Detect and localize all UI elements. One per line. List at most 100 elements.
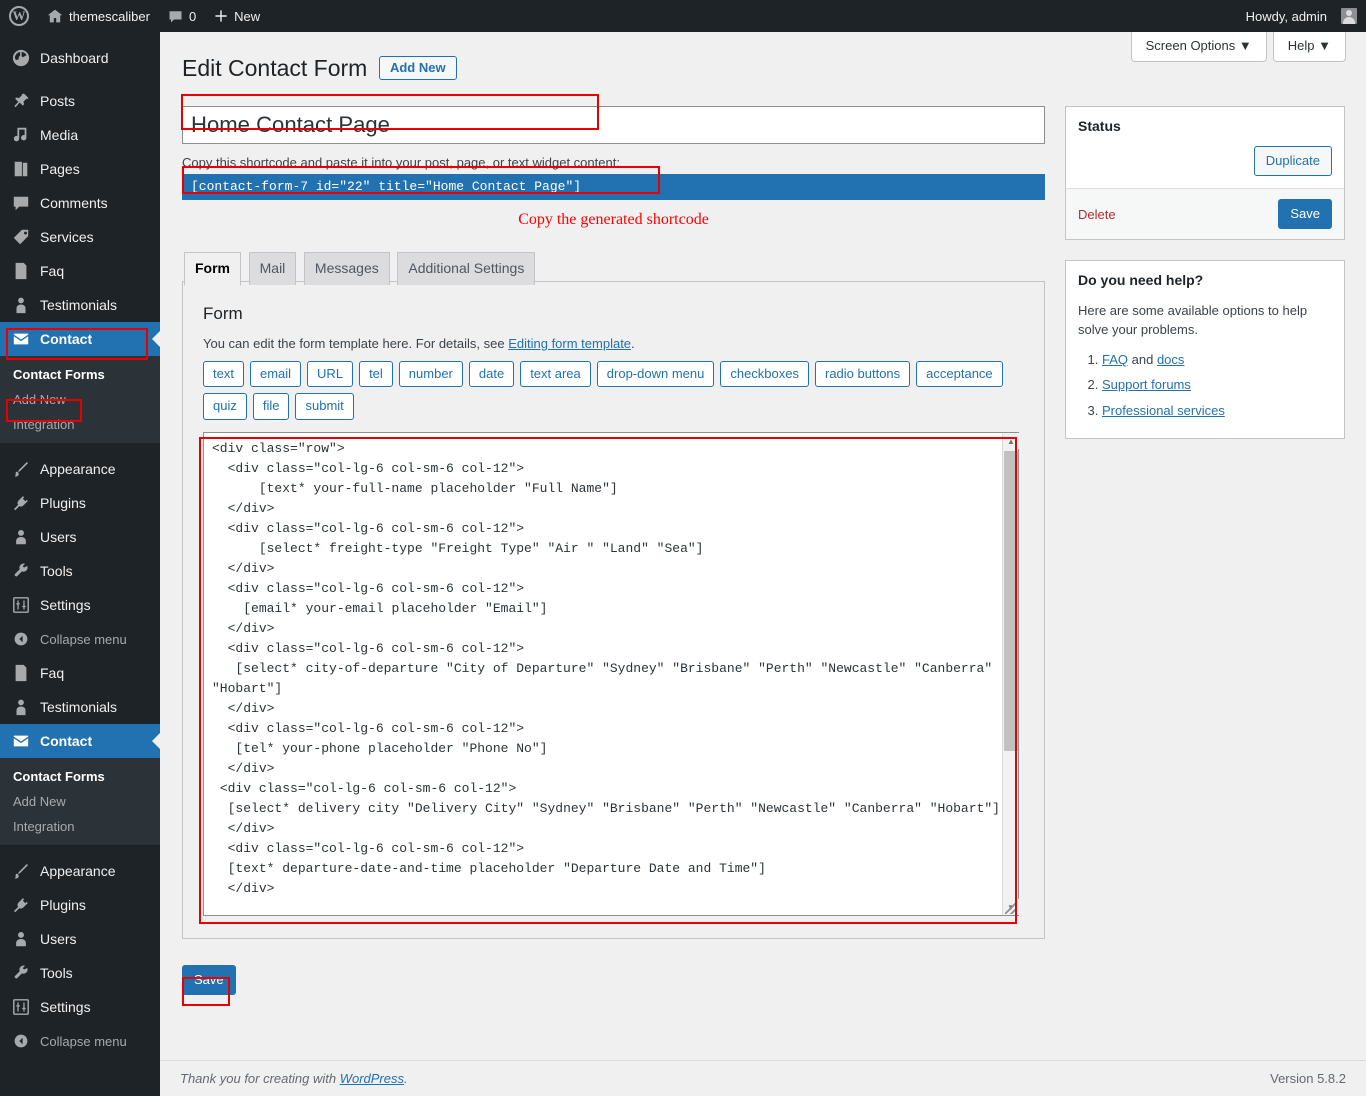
plug-icon (11, 895, 31, 915)
docs-link[interactable]: docs (1157, 352, 1184, 367)
help-list-item: Professional services (1102, 401, 1332, 421)
my-account-menu[interactable]: Howdy, admin (1237, 0, 1366, 32)
sidebar-item-dashboard[interactable]: Dashboard (0, 41, 160, 75)
submenu-item-integration[interactable]: Integration (0, 412, 160, 437)
new-label: New (234, 8, 261, 24)
professional-services-link[interactable]: Professional services (1102, 403, 1225, 418)
desc-suffix: . (631, 335, 635, 351)
sidebar-item-media[interactable]: Media (0, 118, 160, 152)
page-title: Edit Contact Form (182, 55, 368, 81)
tag-button-drop-down-menu[interactable]: drop-down menu (596, 360, 715, 388)
wordpress-logo-icon: W (9, 6, 29, 26)
sidebar-submenu-contact: Contact Forms Add New Integration (0, 356, 160, 443)
tag-button-quiz[interactable]: quiz (203, 393, 247, 421)
tag-button-tel[interactable]: tel (359, 360, 393, 388)
tag-button-email[interactable]: email (249, 360, 302, 388)
sidebar-item-appearance[interactable]: Appearance (0, 452, 160, 486)
sidebar-item-services[interactable]: Services (0, 220, 160, 254)
sidebar-item-label: Faq (40, 263, 65, 279)
admin-sidebar-menu[interactable]: Dashboard Posts Media Pages Comments Ser… (0, 32, 160, 1096)
footer-version: Version 5.8.2 (1270, 1071, 1346, 1086)
tab-form[interactable]: Form (184, 251, 241, 286)
form-title-input[interactable] (182, 105, 1045, 144)
sidebar-item-settings-2[interactable]: Settings (0, 990, 160, 1024)
help-links-list: FAQ and docs Support forums Professional… (1078, 350, 1332, 421)
chevron-down-icon: ▼ (1318, 38, 1331, 53)
submenu-heading: Contact Forms (13, 367, 105, 382)
tag-button-acceptance[interactable]: acceptance (916, 360, 1003, 388)
duplicate-button[interactable]: Duplicate (1253, 146, 1332, 177)
sidebar-item-posts[interactable]: Posts (0, 84, 160, 118)
tag-button-file[interactable]: file (252, 393, 290, 421)
sidebar-item-faq-2[interactable]: Faq (0, 656, 160, 690)
delete-link[interactable]: Delete (1078, 207, 1116, 222)
menu-sep-1 (0, 75, 160, 84)
sidebar-item-users[interactable]: Users (0, 520, 160, 554)
main-content: Screen Options ▼ Help ▼ Edit Contact For… (160, 32, 1366, 1096)
media-icon (11, 125, 31, 145)
admin-footer: Thank you for creating with WordPress. V… (160, 1060, 1366, 1096)
sidebar-item-plugins[interactable]: Plugins (0, 486, 160, 520)
submenu-item-integration-2[interactable]: Integration (0, 814, 160, 839)
textarea-scrollbar[interactable]: ▲ ▼ (1002, 433, 1019, 916)
wp-logo-menu[interactable]: W (0, 0, 38, 32)
editing-form-template-link[interactable]: Editing form template (508, 336, 631, 351)
form-panel-heading: Form (203, 303, 243, 323)
tab-mail[interactable]: Mail (248, 251, 297, 285)
scroll-up-arrow-icon[interactable]: ▲ (1003, 433, 1019, 450)
sidebar-item-tools[interactable]: Tools (0, 554, 160, 588)
tag-button-radio-buttons[interactable]: radio buttons (815, 360, 911, 388)
sidebar-collapse-menu[interactable]: Collapse menu (0, 622, 160, 656)
textarea-resize-handle[interactable] (1005, 902, 1017, 915)
sidebar-item-contact-2[interactable]: Contact (0, 724, 160, 758)
form-template-textarea[interactable]: <div class="row"> <div class="col-lg-6 c… (203, 432, 1019, 917)
wordpress-link[interactable]: WordPress (340, 1071, 404, 1086)
faq-link[interactable]: FAQ (1102, 352, 1128, 367)
new-content-menu[interactable]: New (205, 0, 269, 32)
comments-menu[interactable]: 0 (159, 0, 205, 32)
tag-button-text[interactable]: text (203, 360, 244, 388)
submenu-item-add-new[interactable]: Add New (0, 387, 160, 412)
scrollbar-thumb[interactable] (1004, 451, 1018, 752)
shortcode-input[interactable] (182, 173, 1045, 200)
save-row: Save (182, 965, 1045, 996)
sidebar-collapse-menu-2[interactable]: Collapse menu (0, 1024, 160, 1058)
sidebar-item-users-2[interactable]: Users (0, 922, 160, 956)
save-button[interactable]: Save (182, 965, 236, 996)
sidebar-item-appearance-2[interactable]: Appearance (0, 854, 160, 888)
tag-button-submit[interactable]: submit (295, 393, 354, 421)
sidebar-item-tools-2[interactable]: Tools (0, 956, 160, 990)
sidebar-item-plugins-2[interactable]: Plugins (0, 888, 160, 922)
add-new-button[interactable]: Add New (378, 56, 457, 80)
sidebar-save-button[interactable]: Save (1278, 199, 1332, 230)
tab-messages[interactable]: Messages (303, 251, 390, 285)
tag-button-url[interactable]: URL (307, 360, 354, 388)
tag-button-date[interactable]: date (468, 360, 515, 388)
tag-button-checkboxes[interactable]: checkboxes (720, 360, 809, 388)
tag-button-text-area[interactable]: text area (520, 360, 591, 388)
sidebar-item-testimonials-2[interactable]: Testimonials (0, 690, 160, 724)
sliders-icon (11, 997, 31, 1017)
sidebar-item-label: Contact (40, 331, 93, 347)
help-button[interactable]: Help ▼ (1272, 32, 1346, 63)
envelope-icon (11, 329, 31, 349)
annotation-copy-shortcode: Copy the generated shortcode (518, 210, 709, 228)
sidebar-item-pages[interactable]: Pages (0, 152, 160, 186)
tab-additional-settings[interactable]: Additional Settings (397, 251, 536, 285)
sidebar-item-label: Users (40, 931, 77, 947)
support-forums-link[interactable]: Support forums (1102, 377, 1191, 392)
sidebar-item-faq[interactable]: Faq (0, 254, 160, 288)
submenu-item-add-new-2[interactable]: Add New (0, 789, 160, 814)
site-name-menu[interactable]: themescaliber (38, 0, 159, 32)
tag-button-number[interactable]: number (398, 360, 463, 388)
side-column: Status Duplicate Delete Save Do you need… (1065, 105, 1345, 995)
sidebar-item-contact[interactable]: Contact (0, 322, 160, 356)
screen-options-button[interactable]: Screen Options ▼ (1130, 32, 1267, 63)
sidebar-item-label: Services (40, 229, 94, 245)
collapse-arrow-icon (11, 629, 31, 649)
sidebar-item-label: Appearance (40, 863, 116, 879)
sidebar-item-settings[interactable]: Settings (0, 588, 160, 622)
dashboard-icon (11, 48, 31, 68)
sidebar-item-comments[interactable]: Comments (0, 186, 160, 220)
sidebar-item-testimonials[interactable]: Testimonials (0, 288, 160, 322)
